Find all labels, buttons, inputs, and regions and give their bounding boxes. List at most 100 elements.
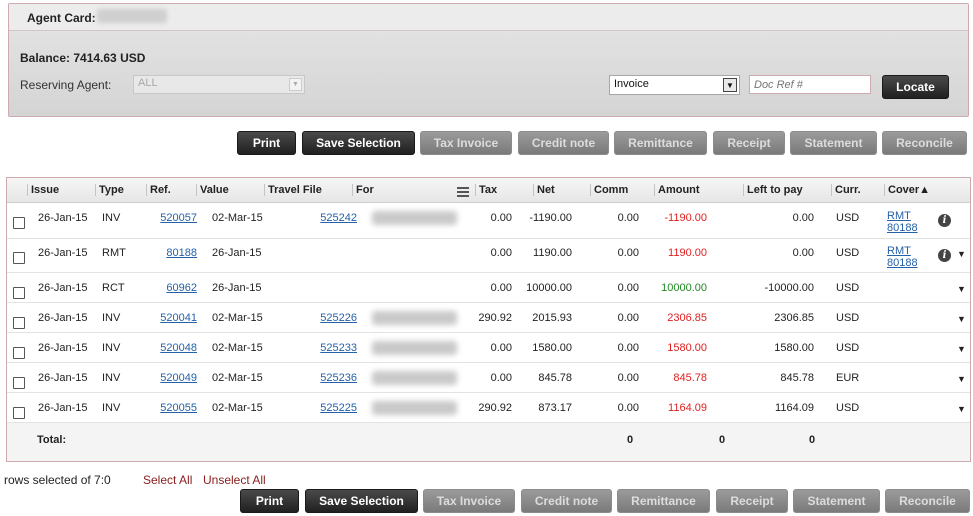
row-ref-link[interactable]: 520049 <box>147 372 197 384</box>
row-net: 2015.93 <box>532 312 572 324</box>
row-net: 1190.00 <box>533 247 572 259</box>
print-button[interactable]: Print <box>237 131 296 155</box>
row-type: RMT <box>102 247 126 259</box>
row-tax: 0.00 <box>490 372 512 384</box>
row-expand-icon[interactable]: ▼ <box>957 344 966 354</box>
col-curr[interactable]: Curr. <box>831 184 861 196</box>
doc-ref-input[interactable] <box>749 75 871 94</box>
row-expand-icon[interactable]: ▼ <box>957 404 966 414</box>
doc-type-select[interactable]: Invoice ▼ <box>609 75 740 95</box>
total-amount: 0 <box>719 434 726 446</box>
row-amount: 845.78 <box>673 372 707 384</box>
row-expand-icon[interactable]: ▼ <box>957 374 966 384</box>
row-net: -1190.00 <box>529 212 572 224</box>
row-travel-file-link[interactable]: 525242 <box>297 212 357 224</box>
reserving-agent-select[interactable]: ALL ▼ <box>133 75 305 94</box>
row-type: RCT <box>102 282 125 294</box>
row-ref-link[interactable]: 80188 <box>147 247 197 259</box>
reconcile-button-bottom[interactable]: Reconcile <box>885 489 970 513</box>
row-currency: USD <box>836 342 860 354</box>
row-checkbox[interactable] <box>13 347 25 359</box>
remittance-button-bottom[interactable]: Remittance <box>617 489 710 513</box>
info-icon[interactable]: i <box>938 249 951 262</box>
row-currency: USD <box>836 312 860 324</box>
col-type[interactable]: Type <box>95 184 124 196</box>
row-issue: 26-Jan-15 <box>38 247 88 259</box>
col-comm[interactable]: Comm <box>590 184 628 196</box>
row-cover-link[interactable]: RMT 80188 <box>887 245 918 269</box>
row-travel-file-link[interactable]: 525236 <box>297 372 357 384</box>
total-row: Total: 0 0 0 <box>7 423 970 461</box>
row-type: INV <box>102 342 121 354</box>
row-comm: 0.00 <box>617 247 639 259</box>
credit-note-button[interactable]: Credit note <box>518 131 609 155</box>
print-button-bottom[interactable]: Print <box>240 489 299 513</box>
save-selection-button-bottom[interactable]: Save Selection <box>305 489 418 513</box>
statement-button-bottom[interactable]: Statement <box>793 489 880 513</box>
table-row: 26-Jan-15 INV 520041 02-Mar-15 525226 290.92 2… <box>7 303 970 333</box>
col-travel-file[interactable]: Travel File <box>264 184 322 196</box>
receipt-button-bottom[interactable]: Receipt <box>716 489 788 513</box>
col-issue[interactable]: Issue <box>27 184 59 196</box>
row-ref-link[interactable]: 520057 <box>147 212 197 224</box>
row-issue: 26-Jan-15 <box>38 282 88 294</box>
info-icon[interactable]: i <box>938 214 951 227</box>
receipt-button[interactable]: Receipt <box>713 131 785 155</box>
reserving-agent-label: Reserving Agent: <box>20 78 112 92</box>
row-value: 02-Mar-15 <box>212 402 263 414</box>
reconcile-button[interactable]: Reconcile <box>882 131 967 155</box>
chevron-down-icon: ▼ <box>723 78 737 92</box>
row-net: 1580.00 <box>532 342 572 354</box>
row-travel-file-link[interactable]: 525225 <box>297 402 357 414</box>
unselect-all-link[interactable]: Unselect All <box>203 473 266 487</box>
row-comm: 0.00 <box>617 372 639 384</box>
col-for[interactable]: For <box>352 184 374 196</box>
row-checkbox[interactable] <box>13 217 25 229</box>
row-cover-type: RMT <box>887 210 911 222</box>
tax-invoice-button[interactable]: Tax Invoice <box>420 131 512 155</box>
col-tax[interactable]: Tax <box>475 184 497 196</box>
save-selection-button[interactable]: Save Selection <box>302 131 415 155</box>
row-checkbox[interactable] <box>13 407 25 419</box>
col-amount[interactable]: Amount <box>654 184 700 196</box>
row-value: 26-Jan-15 <box>212 247 262 259</box>
row-checkbox[interactable] <box>13 287 25 299</box>
row-for-redacted <box>372 311 457 325</box>
col-cover[interactable]: Cover▲ <box>884 184 930 196</box>
row-travel-file-link[interactable]: 525226 <box>297 312 357 324</box>
row-cover-ref: 80188 <box>887 222 918 234</box>
row-expand-icon[interactable]: ▼ <box>957 249 966 259</box>
select-all-link[interactable]: Select All <box>143 473 192 487</box>
row-expand-icon[interactable]: ▼ <box>957 284 966 294</box>
row-amount: 2306.85 <box>667 312 707 324</box>
row-ref-link[interactable]: 520055 <box>147 402 197 414</box>
row-currency: EUR <box>836 372 860 384</box>
row-checkbox[interactable] <box>13 317 25 329</box>
row-checkbox[interactable] <box>13 377 25 389</box>
row-cover-link[interactable]: RMT 80188 <box>887 210 918 234</box>
col-value[interactable]: Value <box>196 184 229 196</box>
row-left-to-pay: 845.78 <box>780 372 814 384</box>
row-net: 845.78 <box>538 372 572 384</box>
row-ref-link[interactable]: 520048 <box>147 342 197 354</box>
remittance-button[interactable]: Remittance <box>614 131 707 155</box>
row-net: 873.17 <box>538 402 572 414</box>
statement-button[interactable]: Statement <box>790 131 877 155</box>
row-value: 02-Mar-15 <box>212 342 263 354</box>
credit-note-button-bottom[interactable]: Credit note <box>521 489 612 513</box>
total-label: Total: <box>37 434 67 446</box>
row-checkbox[interactable] <box>13 252 25 264</box>
row-expand-icon[interactable]: ▼ <box>957 314 966 324</box>
row-for-redacted <box>372 401 457 415</box>
row-tax: 290.92 <box>478 312 512 324</box>
locate-button[interactable]: Locate <box>882 75 949 99</box>
row-comm: 0.00 <box>617 212 639 224</box>
tax-invoice-button-bottom[interactable]: Tax Invoice <box>423 489 515 513</box>
row-travel-file-link[interactable]: 525233 <box>297 342 357 354</box>
col-left-to-pay[interactable]: Left to pay <box>743 184 803 196</box>
row-ref-link[interactable]: 520041 <box>147 312 197 324</box>
column-menu-icon[interactable] <box>457 187 469 198</box>
col-ref[interactable]: Ref. <box>146 184 171 196</box>
row-ref-link[interactable]: 60962 <box>147 282 197 294</box>
col-net[interactable]: Net <box>533 184 555 196</box>
